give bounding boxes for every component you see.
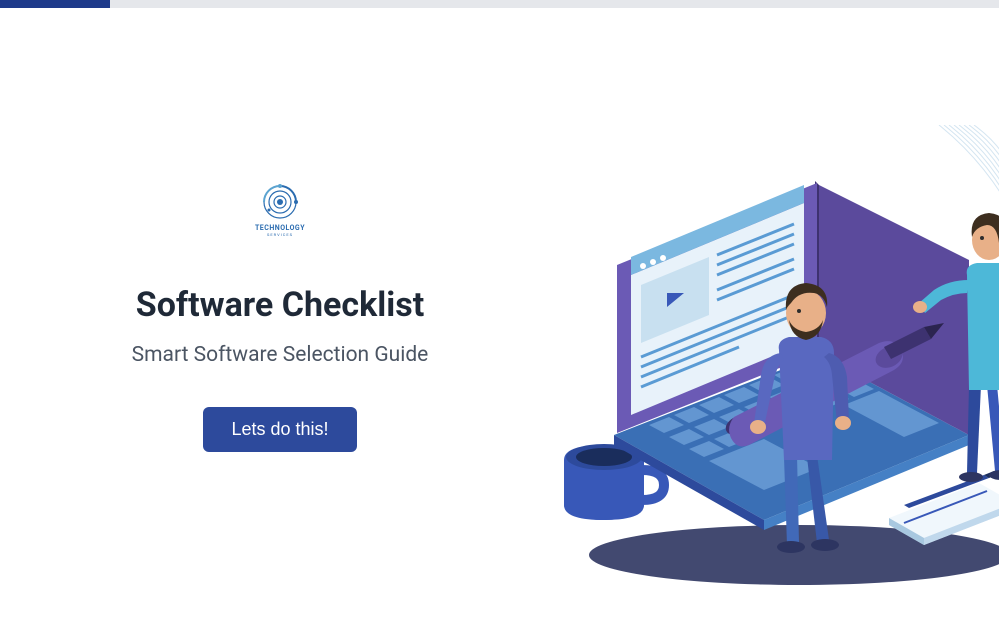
brand-logo: TECHNOLOGY SERVICES <box>250 180 310 240</box>
logo-subtitle: SERVICES <box>267 232 293 237</box>
page-subtitle: Smart Software Selection Guide <box>132 343 429 367</box>
progress-bar <box>0 0 999 8</box>
hero-content: TECHNOLOGY SERVICES Software Checklist S… <box>0 180 560 452</box>
logo-title: TECHNOLOGY <box>255 224 305 232</box>
page-heading: Software Checklist <box>136 285 424 325</box>
cta-button[interactable]: Lets do this! <box>203 407 356 452</box>
hero-illustration <box>539 125 999 595</box>
progress-fill <box>0 0 110 8</box>
